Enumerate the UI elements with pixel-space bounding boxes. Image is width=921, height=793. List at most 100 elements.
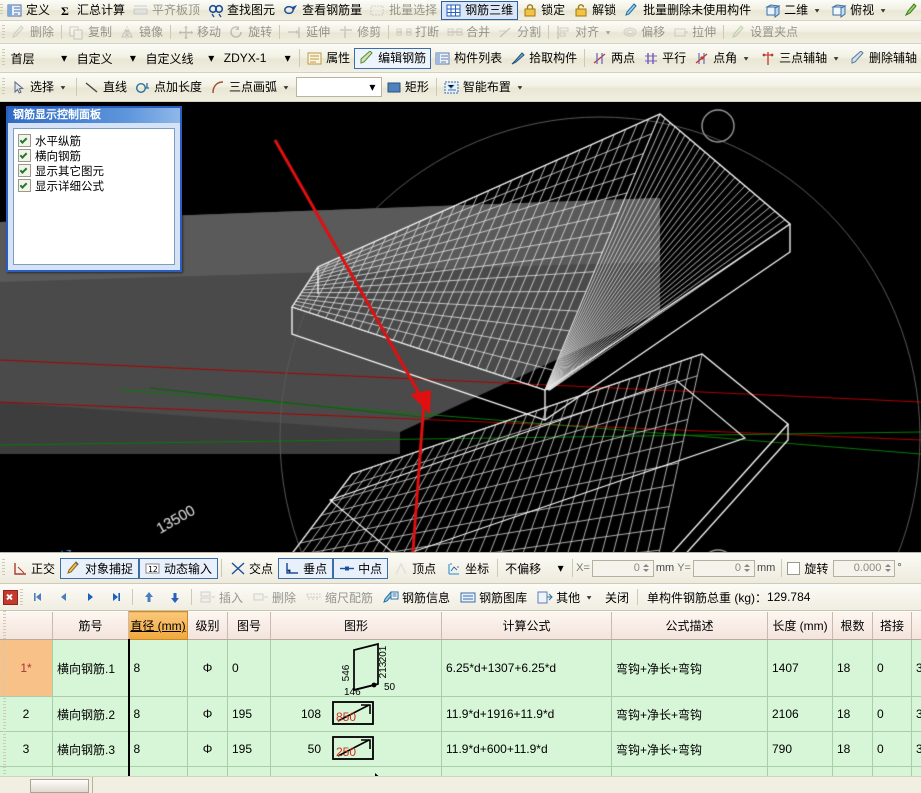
column-header-grade[interactable]: 级别 — [188, 612, 228, 640]
column-header-name[interactable]: 筋号 — [53, 612, 129, 640]
cell-count[interactable]: 18 — [833, 640, 873, 697]
panel-option[interactable]: 显示详细公式 — [18, 178, 174, 193]
combo-floor[interactable]: 首层▾ — [7, 48, 73, 68]
cell-loss[interactable]: 3 — [912, 640, 921, 697]
cell-loss[interactable]: 3 — [912, 732, 921, 767]
move-down-button[interactable] — [162, 584, 188, 610]
chevron-down-icon[interactable]: ▼ — [280, 84, 292, 91]
toolbar-item-edit-rebar[interactable]: 编辑钢筋 — [354, 48, 431, 69]
prev-record-button[interactable] — [51, 584, 77, 610]
toolbar-grip[interactable] — [0, 73, 7, 101]
status-toggle-dynamic-input[interactable]: 12动态输入 — [139, 558, 218, 579]
toolbar-item-unlock[interactable]: 解锁 — [569, 0, 620, 20]
cell-formula[interactable]: 11.9*d+1916+11.9*d — [442, 697, 612, 732]
table-row[interactable]: 1*横向钢筋.18Φ0546201213501466.25*d+1307+6.2… — [0, 640, 921, 697]
chevron-down-icon[interactable]: ▼ — [514, 84, 526, 91]
chevron-down-icon[interactable]: ▼ — [811, 7, 823, 14]
toolbar-item-view-rebar-qty[interactable]: 查看钢筋量 — [279, 0, 366, 20]
status-toggle-object-snap[interactable]: 对象捕捉 — [60, 558, 139, 579]
toolbar-item-top-view[interactable]: 俯视▼ — [827, 0, 893, 20]
toolbar-item-two-point[interactable]: 两点 — [588, 44, 639, 72]
toolbar-grip[interactable] — [0, 44, 7, 72]
table-row[interactable]: 3横向钢筋.38Φ1955025011.9*d+600+11.9*d弯钩+净长+… — [0, 732, 921, 767]
toolbar-item-smart-layout[interactable]: 智能布置▼ — [440, 73, 530, 101]
toolbar-item-parallel[interactable]: 平行 — [639, 44, 690, 72]
cell-diameter[interactable]: 8 — [129, 732, 188, 767]
table-row[interactable]: 2横向钢筋.28Φ19510885011.9*d+1916+11.9*d弯钩+净… — [0, 697, 921, 732]
toolbar-item-define[interactable]: 定义 — [3, 0, 54, 20]
move-up-button[interactable] — [136, 584, 162, 610]
chevron-down-icon[interactable]: ▼ — [602, 29, 614, 36]
cell-grade[interactable]: Φ — [188, 697, 228, 732]
grid-button-rebar-info[interactable]: 钢筋信息 — [378, 584, 455, 610]
cell-lap[interactable]: 0 — [873, 697, 912, 732]
column-header-drawno[interactable]: 图号 — [228, 612, 271, 640]
spinner[interactable] — [883, 561, 892, 576]
cell-loss[interactable]: 3 — [912, 697, 921, 732]
checkbox-checked-icon[interactable] — [18, 179, 31, 192]
toolbar-item-properties[interactable]: 属性 — [303, 44, 354, 72]
chevron-down-icon[interactable]: ▼ — [740, 55, 752, 62]
grid-button-other[interactable]: 其他▼ — [532, 584, 600, 610]
panel-option[interactable]: 横向钢筋 — [18, 148, 174, 163]
scrollbar-thumb[interactable] — [30, 779, 89, 793]
toolbar-item-sigma[interactable]: Σ汇总计算 — [54, 0, 129, 20]
cell-formula[interactable]: 6.25*d+1307+6.25*d — [442, 640, 612, 697]
cell-length[interactable]: 2106 — [768, 697, 833, 732]
chevron-down-icon[interactable]: ▼ — [830, 55, 842, 62]
cell-description[interactable]: 弯钩+净长+弯钩 — [612, 640, 768, 697]
chevron-down-icon[interactable]: ▼ — [583, 594, 595, 601]
column-header-length[interactable]: 长度 (mm) — [768, 612, 833, 640]
rotate-input[interactable]: 0.000 — [833, 560, 895, 577]
column-header-lap[interactable]: 搭接 — [873, 612, 912, 640]
column-header-formula[interactable]: 计算公式 — [442, 612, 612, 640]
last-record-button[interactable] — [103, 584, 129, 610]
checkbox-checked-icon[interactable] — [18, 164, 31, 177]
toolbar-item-three-point-axis[interactable]: 三点辅轴▼ — [756, 44, 846, 72]
cell-count[interactable]: 18 — [833, 732, 873, 767]
toolbar-grip[interactable] — [0, 553, 7, 583]
cell-lap[interactable]: 0 — [873, 732, 912, 767]
toolbar-item-select-arrow[interactable]: 选择▼ — [7, 73, 73, 101]
first-record-button[interactable] — [25, 584, 51, 610]
3d-viewport[interactable]: 钢筋显示控制面板 水平纵筋横向钢筋显示其它图元显示详细公式 — [0, 102, 921, 552]
column-header-count[interactable]: 根数 — [833, 612, 873, 640]
column-header-shape[interactable]: 图形 — [271, 612, 442, 640]
y-input[interactable]: 0 — [693, 560, 755, 577]
toolbar-item-view-2d[interactable]: 二维▼ — [761, 0, 827, 20]
toolbar-item-find-element[interactable]: 查找图元 — [204, 0, 279, 20]
cell-drawno[interactable]: 0 — [228, 640, 271, 697]
column-header-diameter[interactable]: 直径 (mm) — [129, 612, 188, 640]
table-horizontal-scrollbar[interactable] — [0, 776, 921, 793]
chevron-down-icon[interactable]: ▼ — [877, 7, 889, 14]
toolbar-item-batch-delete[interactable]: 批量删除未使用构件 — [620, 0, 755, 20]
snap-coordinate[interactable]: 坐标 — [441, 558, 494, 579]
cell-grade[interactable]: Φ — [188, 732, 228, 767]
column-header-loss[interactable]: 损 — [912, 612, 921, 640]
toolbar-item-three-point-arc[interactable]: 三点画弧▼ — [206, 73, 296, 101]
cell-count[interactable]: 18 — [833, 697, 873, 732]
cell-grade[interactable]: Φ — [188, 640, 228, 697]
cell-diameter[interactable]: 8 — [129, 697, 188, 732]
toolbar-grip[interactable] — [18, 584, 25, 610]
cell-description[interactable]: 弯钩+净长+弯钩 — [612, 732, 768, 767]
cell-drawno[interactable]: 195 — [228, 732, 271, 767]
cell-shape[interactable]: 108850 — [271, 697, 442, 732]
toolbar-grip[interactable] — [0, 21, 7, 43]
cell-description[interactable]: 弯钩+净长+弯钩 — [612, 697, 768, 732]
combo-category[interactable]: 自定义▾ — [73, 48, 142, 68]
combo-offset-mode[interactable]: 不偏移▾ — [501, 558, 569, 578]
chevron-down-icon[interactable]: ▾ — [554, 560, 567, 576]
status-toggle-ortho[interactable]: 正交 — [7, 558, 60, 579]
toolbar-item-dynamic[interactable]: 动态 — [899, 0, 921, 20]
checkbox-checked-icon[interactable] — [18, 149, 31, 162]
spinner[interactable] — [743, 561, 752, 576]
toolbar-item-point-angle[interactable]: 点角▼ — [690, 44, 756, 72]
panel-option[interactable]: 水平纵筋 — [18, 133, 174, 148]
chevron-down-icon[interactable]: ▾ — [126, 50, 139, 66]
cell-formula[interactable]: 11.9*d+600+11.9*d — [442, 732, 612, 767]
cell-drawno[interactable]: 195 — [228, 697, 271, 732]
toolbar-item-rectangle[interactable]: 矩形 — [382, 73, 433, 101]
cell-length[interactable]: 790 — [768, 732, 833, 767]
spinner[interactable] — [642, 561, 651, 576]
